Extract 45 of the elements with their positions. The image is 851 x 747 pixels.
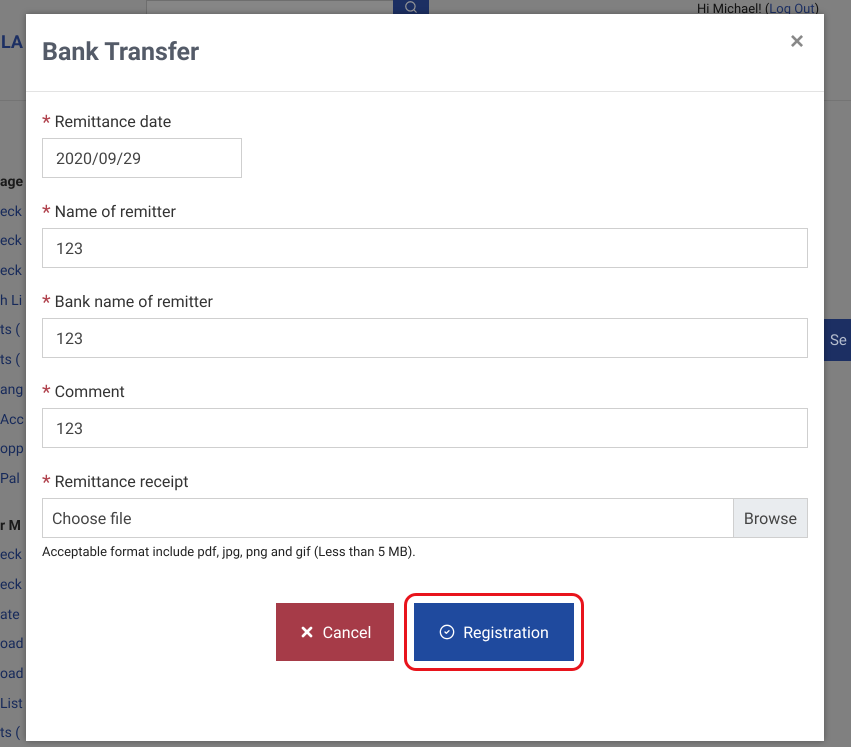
text-field[interactable]: 123 bbox=[42, 408, 808, 448]
sidebar-link[interactable]: List bbox=[0, 690, 23, 720]
browse-button[interactable]: Browse bbox=[732, 499, 807, 537]
sidebar-link[interactable]: ang bbox=[0, 376, 24, 406]
modal-title: Bank Transfer bbox=[42, 38, 200, 67]
check-circle-icon bbox=[439, 624, 456, 640]
field-label: Remittance date bbox=[54, 112, 172, 131]
sidebar-link[interactable]: h Li bbox=[0, 286, 22, 316]
registration-button[interactable]: Registration bbox=[414, 603, 574, 661]
field-label: Bank name of remitter bbox=[54, 292, 213, 311]
text-field[interactable]: 123 bbox=[42, 318, 808, 358]
close-icon bbox=[298, 624, 315, 640]
required-mark: * bbox=[42, 114, 51, 130]
date-field[interactable]: 2020/09/29 bbox=[42, 138, 242, 178]
field-label: Name of remitter bbox=[54, 202, 176, 221]
sidebar-link[interactable]: eck bbox=[0, 541, 22, 571]
sidebar-link[interactable]: ts ( bbox=[0, 719, 20, 747]
sidebar-link[interactable]: eck bbox=[0, 227, 22, 258]
required-mark: * bbox=[42, 474, 51, 490]
search-icon bbox=[404, 0, 418, 14]
required-mark: * bbox=[42, 384, 51, 400]
sidebar-link[interactable]: oad bbox=[0, 630, 24, 660]
sidebar-link[interactable]: oad bbox=[0, 660, 24, 690]
sidebar-link[interactable]: ts ( bbox=[0, 316, 20, 346]
sidebar-link[interactable]: ts ( bbox=[0, 346, 20, 376]
sidebar-heading: r M bbox=[0, 516, 21, 536]
sidebar-link[interactable]: Pal bbox=[0, 464, 20, 495]
sidebar-link[interactable]: eck bbox=[0, 198, 22, 228]
file-field[interactable]: Choose file Browse bbox=[42, 498, 808, 538]
sidebar-heading: age bbox=[0, 173, 24, 192]
sidebar-link[interactable]: eck bbox=[0, 257, 22, 287]
field-label: Comment bbox=[54, 382, 125, 401]
sidebar-link[interactable]: ate bbox=[0, 600, 20, 630]
sidebar-link[interactable]: eck bbox=[0, 570, 22, 601]
search-button[interactable]: Se bbox=[824, 319, 851, 361]
required-mark: * bbox=[42, 204, 51, 220]
cancel-button[interactable]: Cancel bbox=[276, 603, 394, 661]
text-field[interactable]: 123 bbox=[42, 228, 808, 268]
help-text: Acceptable format include pdf, jpg, png and gif (Less than 5 MB). bbox=[42, 545, 417, 560]
logo: LA bbox=[1, 32, 23, 53]
sidebar-link[interactable]: Acc bbox=[0, 406, 24, 436]
required-mark: * bbox=[42, 294, 51, 310]
sidebar-link[interactable]: opp bbox=[0, 435, 24, 465]
close-button[interactable]: × bbox=[786, 28, 808, 56]
field-label: Remittance receipt bbox=[54, 472, 188, 491]
